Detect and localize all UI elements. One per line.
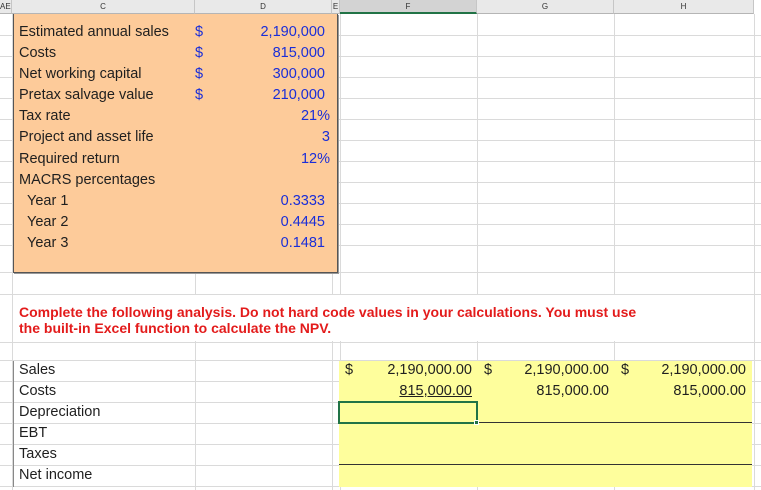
currency-symbol: $	[345, 362, 354, 378]
input-value[interactable]: 12%	[225, 149, 330, 169]
input-value[interactable]: 0.1481	[225, 233, 325, 253]
output-underline	[339, 464, 752, 465]
costs-value-year-1[interactable]: 815,000.00	[360, 381, 472, 401]
sales-value-year-3[interactable]: 2,190,000.00	[634, 360, 746, 380]
currency-symbol: $	[195, 45, 204, 61]
input-label[interactable]: Tax rate	[19, 106, 71, 126]
analysis-label-depreciation[interactable]: Depreciation	[19, 402, 100, 422]
input-value[interactable]: 0.3333	[225, 191, 325, 211]
column-header-e[interactable]: E	[332, 0, 340, 14]
input-value[interactable]: 0.4445	[225, 212, 325, 232]
input-label[interactable]: Net working capital	[19, 64, 142, 84]
column-header-d[interactable]: D	[195, 0, 332, 14]
input-value[interactable]: 2,190,000	[225, 22, 325, 42]
input-label[interactable]: MACRS percentages	[19, 170, 155, 190]
analysis-label-box	[13, 361, 14, 487]
column-header-h[interactable]: H	[614, 0, 754, 14]
currency-symbol: $	[195, 24, 204, 40]
input-label[interactable]: Project and asset life	[19, 127, 154, 147]
analysis-label-ebt[interactable]: EBT	[19, 423, 47, 443]
input-label[interactable]: Estimated annual sales	[19, 22, 169, 42]
analysis-label-sales[interactable]: Sales	[19, 360, 55, 380]
fill-handle[interactable]	[474, 420, 479, 425]
analysis-label-costs[interactable]: Costs	[19, 381, 56, 401]
column-header-ae[interactable]: AE	[0, 0, 12, 14]
currency-symbol: $	[195, 87, 204, 103]
input-value[interactable]: 300,000	[225, 64, 325, 84]
input-label[interactable]: Pretax salvage value	[19, 85, 154, 105]
column-header-f[interactable]: F	[340, 0, 477, 14]
input-label[interactable]: Required return	[19, 149, 120, 169]
column-header-g[interactable]: G	[477, 0, 614, 14]
column-header-c[interactable]: C	[12, 0, 195, 14]
analysis-label-net-income[interactable]: Net income	[19, 465, 92, 485]
input-value[interactable]: 210,000	[225, 85, 325, 105]
instruction-line-1: Complete the following analysis. Do not …	[19, 304, 637, 320]
input-label[interactable]: Year 3	[27, 233, 68, 253]
input-label[interactable]: Year 2	[27, 212, 68, 232]
input-label[interactable]: Year 1	[27, 191, 68, 211]
costs-value-year-2[interactable]: 815,000.00	[497, 381, 609, 401]
sales-value-year-1[interactable]: 2,190,000.00	[360, 360, 472, 380]
input-value[interactable]: 3	[225, 127, 330, 147]
sales-value-year-2[interactable]: 2,190,000.00	[497, 360, 609, 380]
selected-cell-f-depreciation[interactable]	[338, 401, 478, 424]
currency-symbol: $	[621, 362, 630, 378]
currency-symbol: $	[195, 66, 204, 82]
currency-symbol: $	[484, 362, 493, 378]
costs-value-year-3[interactable]: 815,000.00	[634, 381, 746, 401]
input-label[interactable]: Costs	[19, 43, 56, 63]
input-value[interactable]: 21%	[225, 106, 330, 126]
instruction-line-2: the built-in Excel function to calculate…	[19, 320, 332, 336]
analysis-label-taxes[interactable]: Taxes	[19, 444, 57, 464]
input-value[interactable]: 815,000	[225, 43, 325, 63]
